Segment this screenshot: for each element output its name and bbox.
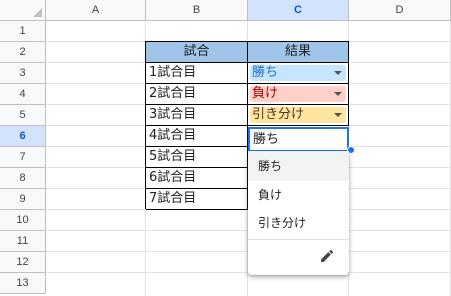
dropdown-arrow-icon[interactable] [334,92,342,96]
pencil-icon[interactable] [319,248,335,264]
dropdown-arrow-icon[interactable] [334,113,342,117]
result-cell[interactable]: 引き分け [248,105,349,126]
header-cell-game[interactable]: 試合 [146,42,248,63]
game-cell[interactable]: 1試合目 [146,63,248,84]
row-header-10[interactable]: 10 [0,210,46,231]
game-cell[interactable]: 7試合目 [146,189,248,210]
row-header-4[interactable]: 4 [0,84,46,105]
row-header-9[interactable]: 9 [0,189,46,210]
dropdown-arrow-icon[interactable] [334,71,342,75]
column-header-a[interactable]: A [46,0,146,21]
row-header-13[interactable]: 13 [0,273,46,294]
column-header-c[interactable]: C [248,0,349,21]
chip-label: 勝ち [252,65,279,80]
column-header-b[interactable]: B [146,0,248,21]
chip-label: 引き分け [252,107,305,122]
dropdown-option-lose[interactable]: 負け [248,180,349,210]
corner-triangle-icon [33,8,42,17]
result-cell[interactable]: 負け [248,84,349,105]
row-header-8[interactable]: 8 [0,168,46,189]
result-chip-lose[interactable]: 負け [250,86,346,102]
row-header-12[interactable]: 12 [0,252,46,273]
game-cell[interactable]: 6試合目 [146,168,248,189]
active-cell-editor[interactable]: 勝ち [248,127,349,152]
game-cell[interactable]: 2試合目 [146,84,248,105]
row-header-5[interactable]: 5 [0,105,46,126]
dropdown-menu: 勝ち 負け 引き分け [248,151,349,275]
result-cell[interactable]: 勝ち [248,63,349,84]
row-header-1[interactable]: 1 [0,21,46,42]
column-header-d[interactable]: D [349,0,451,21]
select-all-corner[interactable] [0,0,46,21]
header-cell-result[interactable]: 結果 [248,42,349,63]
dropdown-option-win[interactable]: 勝ち [248,151,349,181]
dropdown-divider [248,239,349,240]
row-header-3[interactable]: 3 [0,63,46,84]
dropdown-option-draw[interactable]: 引き分け [248,208,349,238]
game-cell[interactable]: 5試合目 [146,147,248,168]
row-header-7[interactable]: 7 [0,147,46,168]
row-header-11[interactable]: 11 [0,231,46,252]
row-header-2[interactable]: 2 [0,42,46,63]
result-chip-win[interactable]: 勝ち [250,65,346,81]
row-header-6[interactable]: 6 [0,126,46,147]
result-chip-draw[interactable]: 引き分け [250,107,346,123]
game-cell[interactable]: 4試合目 [146,126,248,147]
game-cell[interactable]: 3試合目 [146,105,248,126]
chip-label: 負け [252,86,279,101]
